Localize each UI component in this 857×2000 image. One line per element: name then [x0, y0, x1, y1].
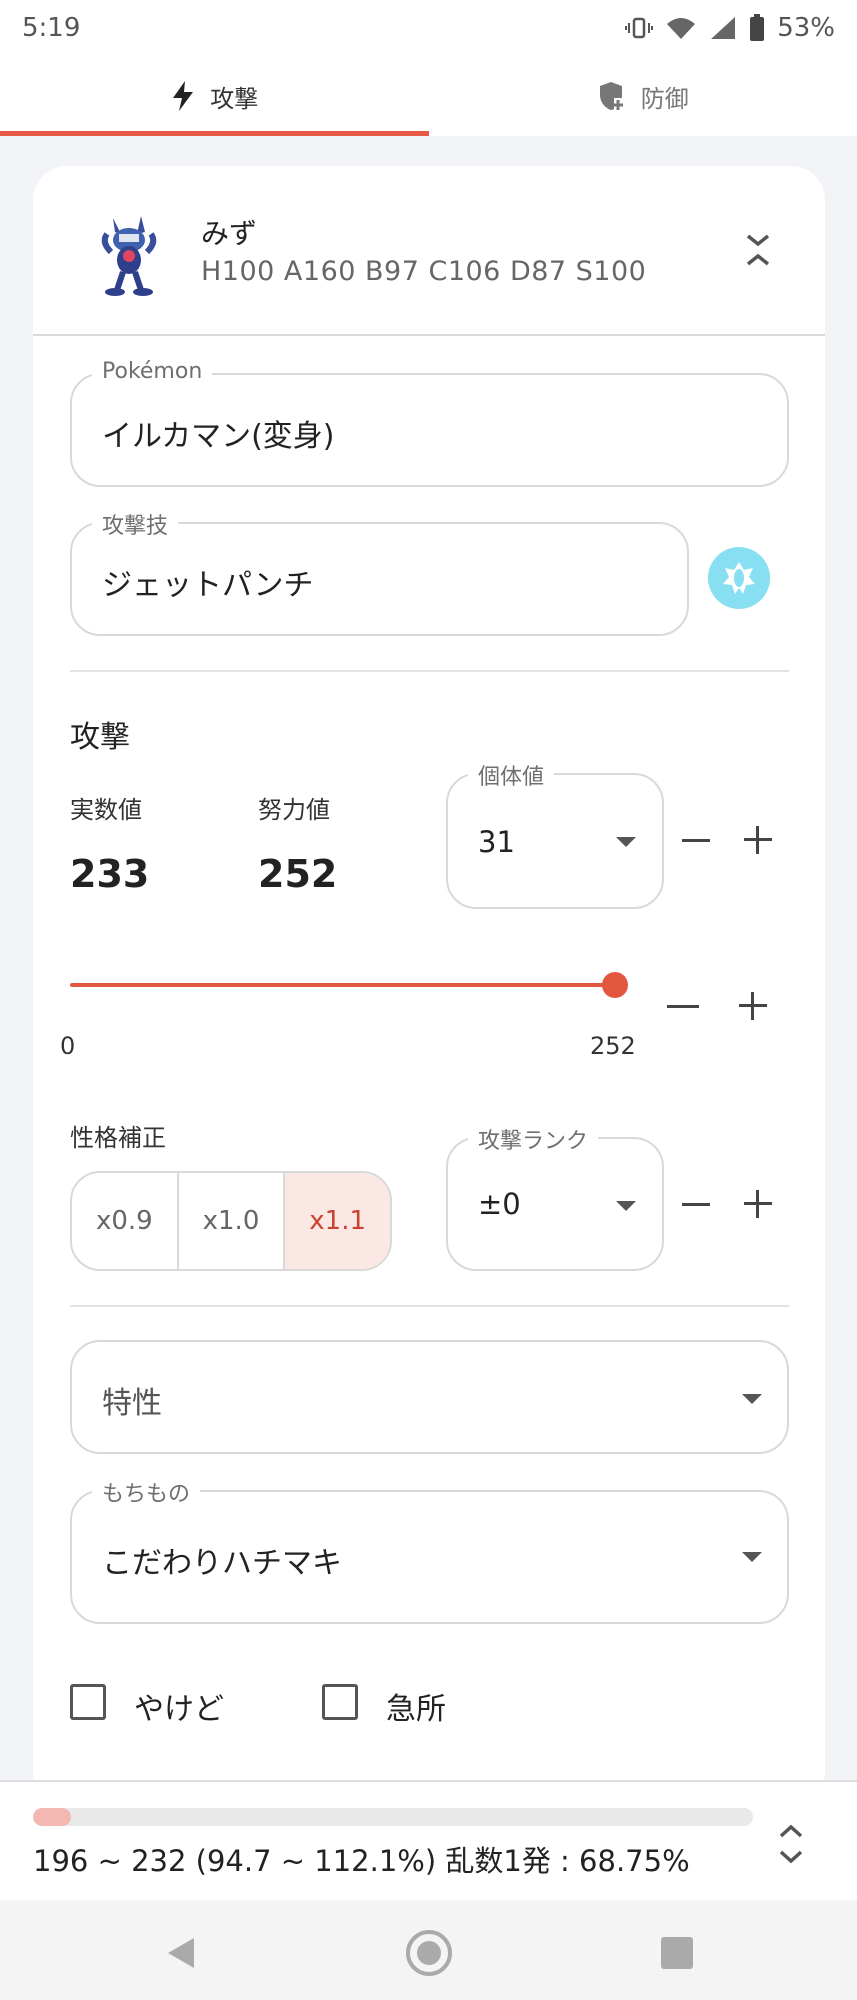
pokemon-field-value: イルカマン(変身)	[102, 419, 335, 454]
tab-attack[interactable]: 攻撃	[0, 56, 429, 136]
item-select-label: もちもの	[92, 1476, 201, 1508]
chevron-down-icon	[616, 837, 636, 847]
nature-selector: x0.9 x1.0 x1.1	[70, 1171, 392, 1271]
vibrate-icon	[625, 17, 654, 39]
ev-slider-min: 0	[60, 1032, 76, 1060]
status-time: 5:19	[22, 13, 81, 43]
ev-minus-button[interactable]	[661, 984, 705, 1028]
iv-select-value: 31	[478, 825, 515, 859]
ability-select[interactable]: 特性	[70, 1340, 789, 1454]
collapse-icon[interactable]	[733, 224, 783, 284]
item-select-value: こだわりハチマキ	[102, 1546, 342, 1581]
rank-select-value: ±0	[478, 1187, 521, 1221]
actual-value-label: 実数値	[70, 796, 142, 824]
iv-minus-button[interactable]	[674, 818, 718, 862]
system-nav-bar	[0, 1900, 857, 2000]
ev-value: 252	[258, 852, 338, 896]
wifi-icon	[667, 18, 696, 39]
ev-slider-thumb[interactable]	[602, 972, 628, 998]
recents-icon[interactable]	[652, 1928, 702, 1978]
burn-checkbox[interactable]	[70, 1684, 106, 1720]
tab-defense-label: 防御	[640, 84, 689, 113]
damage-hp-bar	[33, 1808, 753, 1826]
expand-icon[interactable]	[773, 1816, 809, 1872]
iv-plus-button[interactable]	[736, 818, 780, 862]
divider	[70, 1305, 789, 1307]
nature-option-11[interactable]: x1.1	[285, 1173, 390, 1269]
burn-label: やけど	[134, 1692, 224, 1727]
move-field[interactable]: 攻撃技 ジェットパンチ	[70, 508, 689, 636]
battery-percent: 53%	[777, 13, 835, 43]
chevron-down-icon	[742, 1394, 762, 1404]
nature-label: 性格補正	[70, 1124, 166, 1152]
chevron-down-icon	[616, 1201, 636, 1211]
nature-option-09[interactable]: x0.9	[72, 1173, 179, 1269]
ev-plus-button[interactable]	[731, 984, 775, 1028]
tab-attack-label: 攻撃	[210, 84, 259, 113]
shield-plus-icon	[599, 82, 623, 110]
ev-slider-max: 252	[590, 1032, 636, 1060]
mode-tabs: 攻撃 防御	[0, 56, 857, 136]
base-stats: H100 A160 B97 C106 D87 S100	[201, 256, 647, 287]
damage-result-text: 196 ~ 232 (94.7 ~ 112.1%) 乱数1発 : 68.75%	[33, 1844, 690, 1878]
item-select[interactable]: もちもの こだわりハチマキ	[70, 1476, 789, 1624]
pokemon-nickname: みず	[201, 217, 258, 250]
ev-label: 努力値	[258, 796, 330, 824]
home-icon[interactable]	[404, 1928, 454, 1978]
critical-label: 急所	[386, 1692, 446, 1727]
lightning-icon	[173, 81, 194, 111]
rank-select-label: 攻撃ランク	[468, 1123, 599, 1155]
pokemon-field-label: Pokémon	[92, 359, 213, 384]
chevron-down-icon	[742, 1552, 762, 1562]
status-bar: 5:19 53%	[0, 0, 857, 56]
ability-placeholder: 特性	[102, 1386, 162, 1421]
attack-section-title: 攻撃	[70, 720, 130, 755]
damage-range-fill	[33, 1808, 72, 1826]
tab-defense[interactable]: 防御	[429, 56, 857, 136]
divider	[70, 670, 789, 672]
pokemon-sprite	[101, 216, 157, 296]
nature-option-10[interactable]: x1.0	[179, 1173, 286, 1269]
iv-select[interactable]: 個体値 31	[446, 759, 664, 909]
move-field-value: ジェットパンチ	[102, 568, 314, 603]
status-icons: 53%	[625, 13, 835, 43]
pokemon-summary[interactable]: みず H100 A160 B97 C106 D87 S100	[33, 166, 825, 336]
pokemon-field[interactable]: Pokémon イルカマン(変身)	[70, 359, 789, 487]
critical-checkbox[interactable]	[322, 1684, 358, 1720]
rank-select[interactable]: 攻撃ランク ±0	[446, 1123, 664, 1271]
iv-select-label: 個体値	[468, 759, 555, 791]
rank-plus-button[interactable]	[736, 1182, 780, 1226]
battery-icon	[750, 14, 765, 41]
water-type-icon	[723, 562, 755, 594]
ev-slider-track[interactable]	[70, 983, 615, 987]
damage-result-bar: 196 ~ 232 (94.7 ~ 112.1%) 乱数1発 : 68.75%	[0, 1780, 857, 1900]
actual-value: 233	[70, 852, 150, 896]
move-type-badge[interactable]	[708, 547, 770, 609]
signal-icon	[711, 17, 736, 39]
rank-minus-button[interactable]	[674, 1182, 718, 1226]
move-field-label: 攻撃技	[92, 508, 179, 540]
back-icon[interactable]	[158, 1928, 208, 1978]
